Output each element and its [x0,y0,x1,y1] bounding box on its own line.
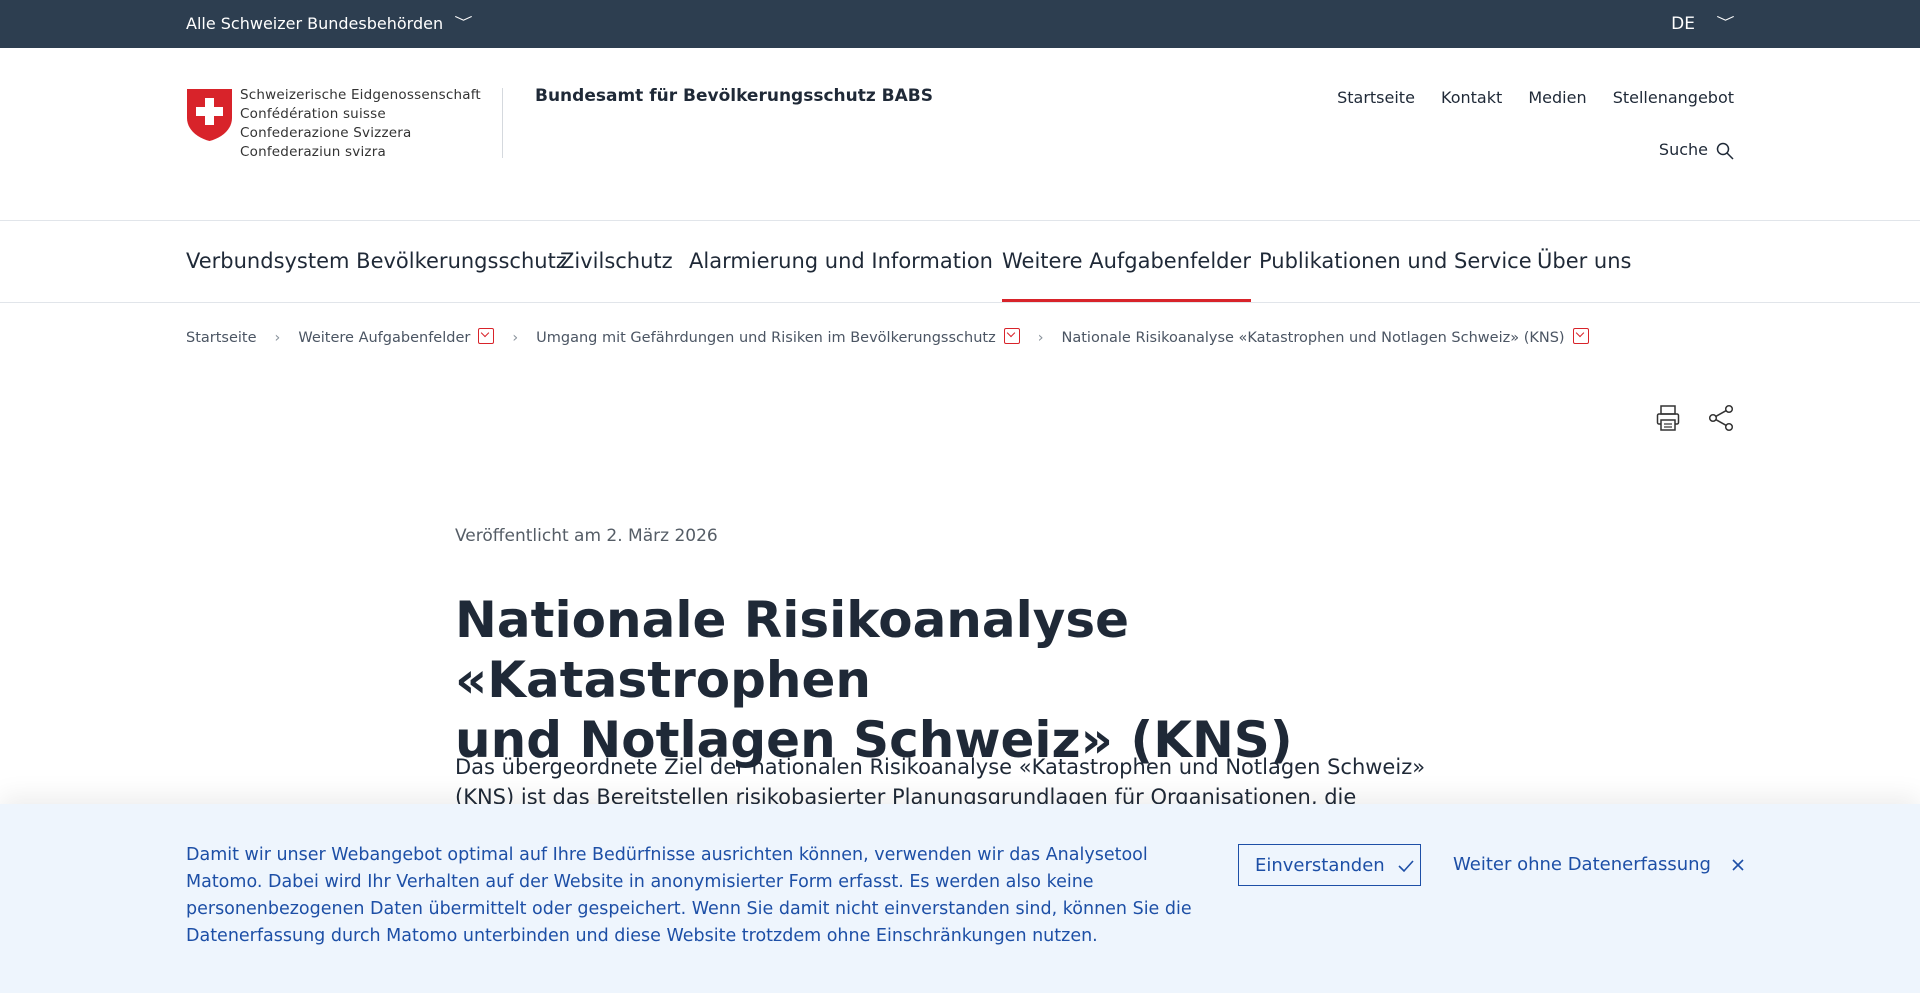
header-divider [502,88,503,158]
breadcrumb-item-umgang[interactable]: Umgang mit Gefährdungen und Risiken im B… [536,330,996,346]
lead-paragraph: Das übergeordnete Ziel der nationalen Ri… [455,752,1455,812]
breadcrumb-item-weitere[interactable]: Weitere Aufgabenfelder [298,330,470,346]
page-title-line-1: Nationale Risikoanalyse «Katastrophen [455,591,1130,709]
meta-nav-jobs[interactable]: Stellenangebot [1613,88,1734,107]
breadcrumb-item-home[interactable]: Startseite [186,330,257,346]
lead-line-1: Das übergeordnete Ziel der nationalen Ri… [455,755,1426,779]
cookie-banner: Damit wir unser Webangebot optimal auf I… [0,804,1920,993]
main-navigation: Verbundsystem Bevölkerungsschutz Zivilsc… [0,220,1920,303]
confederation-line-de: Schweizerische Eidgenossenschaft [240,87,481,103]
breadcrumb-separator-icon: › [274,330,281,346]
office-name[interactable]: Bundesamt für Bevölkerungsschutz BABS [535,86,933,106]
site-header: Schweizerische Eidgenossenschaft Confédé… [0,48,1920,220]
nav-item-verbundsystem[interactable]: Verbundsystem Bevölkerungsschutz [186,221,567,302]
nav-item-ueber-uns[interactable]: Über uns [1537,221,1632,302]
meta-nav-media[interactable]: Medien [1528,88,1586,107]
confederation-names: Schweizerische Eidgenossenschaft Confédé… [240,86,481,162]
meta-nav-home[interactable]: Startseite [1337,88,1415,107]
accept-cookies-button[interactable]: Einverstanden [1238,844,1421,886]
decline-tracking-button[interactable]: Weiter ohne Datenerfassung [1453,844,1745,886]
all-authorities-label: Alle Schweizer Bundesbehörden [186,14,444,33]
share-icon[interactable] [1708,404,1734,432]
breadcrumb-item-current: Nationale Risikoanalyse «Katastrophen un… [1061,330,1565,346]
chevron-down-icon: ﹀ [454,16,473,31]
language-label: DE [1671,14,1695,34]
confederation-line-fr: Confédération suisse [240,106,386,122]
chevron-down-icon: ﹀ [1716,16,1735,31]
confederation-line-it: Confederazione Svizzera [240,125,412,141]
close-icon [1732,859,1744,871]
decline-tracking-label: Weiter ohne Datenerfassung [1453,854,1711,875]
publication-date: Veröffentlicht am 2. März 2026 [455,526,718,546]
search-label: Suche [1658,140,1708,159]
nav-item-publikationen[interactable]: Publikationen und Service [1259,221,1532,302]
meta-nav-contact[interactable]: Kontakt [1441,88,1502,107]
nav-item-alarmierung[interactable]: Alarmierung und Information [689,221,993,302]
all-authorities-dropdown[interactable]: Alle Schweizer Bundesbehörden ﹀ [186,0,473,48]
nav-item-weitere-aufgabenfelder[interactable]: Weitere Aufgabenfelder [1002,221,1252,302]
page-title: Nationale Risikoanalyse «Katastrophen un… [455,590,1455,770]
accept-cookies-label: Einverstanden [1255,855,1385,876]
search-icon [1716,142,1734,160]
language-selector[interactable]: DE ﹀ [1671,0,1735,48]
swiss-cross-logo[interactable] [186,88,233,142]
print-icon[interactable] [1656,404,1680,432]
top-bar: Alle Schweizer Bundesbehörden ﹀ DE ﹀ [0,0,1920,48]
nav-item-zivilschutz[interactable]: Zivilschutz [560,221,673,302]
check-icon [1398,860,1415,873]
search-button[interactable]: Suche [1659,140,1734,160]
chevron-down-icon[interactable] [1003,328,1020,344]
breadcrumb-separator-icon: › [1037,330,1044,346]
cookie-message: Damit wir unser Webangebot optimal auf I… [186,845,1192,946]
chevron-down-icon[interactable] [1572,328,1589,344]
breadcrumb-separator-icon: › [512,330,519,346]
meta-navigation: Startseite Kontakt Medien Stellenangebot [1316,88,1734,107]
breadcrumb: Startseite › Weitere Aufgabenfelder › Umgang… [186,328,1589,346]
chevron-down-icon[interactable] [478,328,495,344]
confederation-line-rm: Confederaziun svizra [240,144,386,160]
